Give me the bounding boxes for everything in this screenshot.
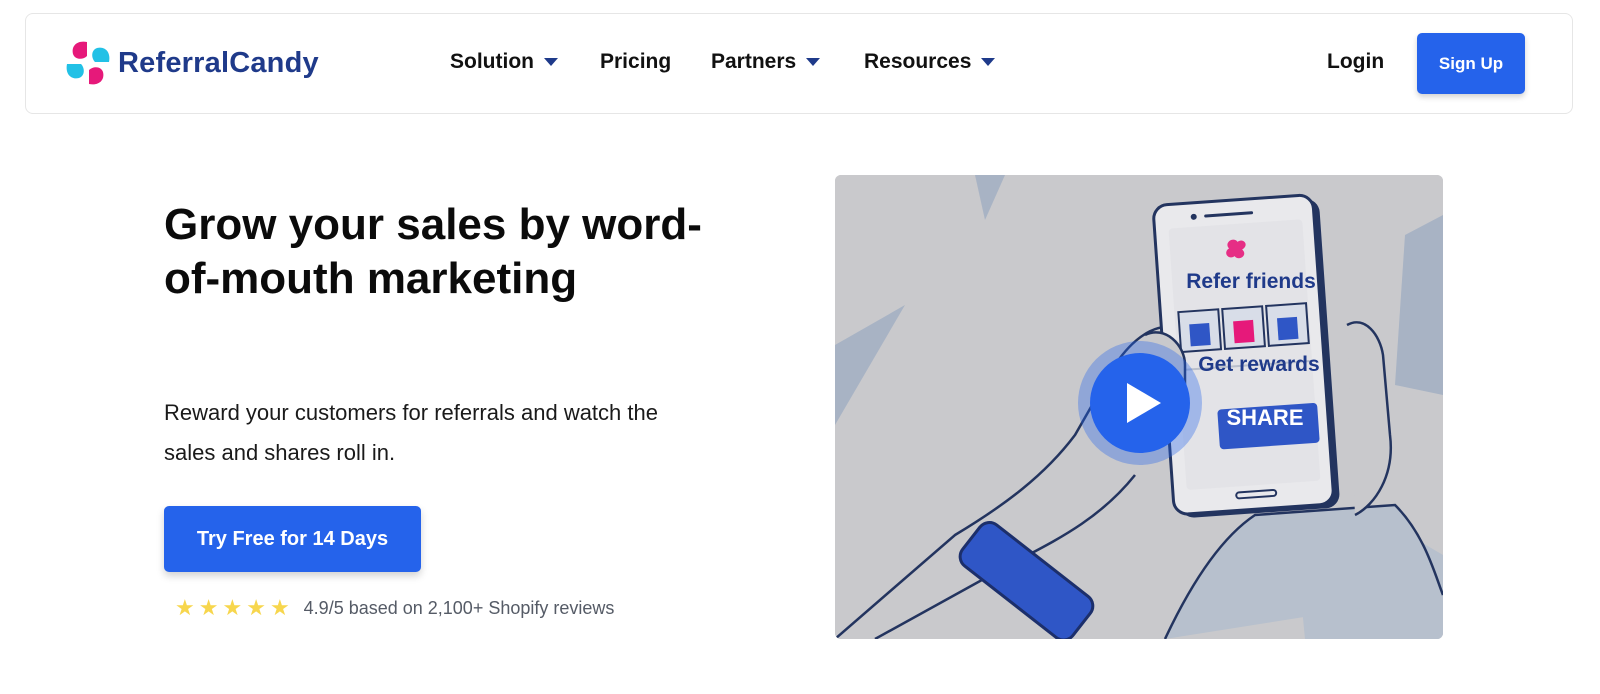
star-icon: ★ — [222, 595, 243, 620]
nav-resources[interactable]: Resources — [864, 50, 996, 74]
video-illustration: Refer friends Get rewards SHARE — [835, 175, 1443, 639]
brand-name: ReferralCandy — [118, 46, 319, 79]
star-icon: ★ — [198, 595, 219, 620]
star-icon: ★ — [175, 595, 195, 620]
phone-subtitle: Get rewards — [1198, 353, 1319, 376]
chevron-down-icon — [981, 58, 996, 66]
chevron-down-icon — [806, 58, 821, 66]
rating-text: 4.9/5 based on 2,100+ Shopify reviews — [303, 597, 615, 618]
try-free-button[interactable]: Try Free for 14 Days — [164, 506, 421, 572]
share-label: SHARE — [1226, 405, 1303, 430]
nav-pricing-label: Pricing — [600, 50, 672, 73]
chevron-down-icon — [543, 58, 558, 66]
nav-pricing[interactable]: Pricing — [600, 50, 671, 74]
play-icon[interactable] — [1078, 341, 1202, 465]
phone-title: Refer friends — [1186, 270, 1316, 293]
logo[interactable]: ReferralCandy — [63, 38, 319, 88]
star-icon: ★ — [269, 595, 290, 620]
nav-solution-label: Solution — [450, 50, 534, 73]
hero-subtitle: Reward your customers for referrals and … — [164, 400, 658, 465]
star-icon: ★ — [246, 595, 266, 620]
navbar: ReferralCandy Solution Pricing Partners … — [25, 13, 1573, 114]
nav-resources-label: Resources — [864, 50, 972, 73]
nav-partners-label: Partners — [711, 50, 797, 73]
referralcandy-logo-icon — [66, 41, 110, 85]
rating: ★ ★ ★ ★ ★ 4.9/5 based on 2,100+ Shopify … — [175, 597, 614, 619]
signup-button[interactable]: Sign Up — [1417, 33, 1525, 94]
nav-solution[interactable]: Solution — [450, 50, 558, 74]
hero-title: Grow your sales by word-of-mouth marketi… — [164, 200, 702, 303]
video-player[interactable]: Refer friends Get rewards SHARE — [835, 175, 1443, 639]
login-link[interactable]: Login — [1327, 50, 1384, 74]
nav-partners[interactable]: Partners — [711, 50, 821, 74]
